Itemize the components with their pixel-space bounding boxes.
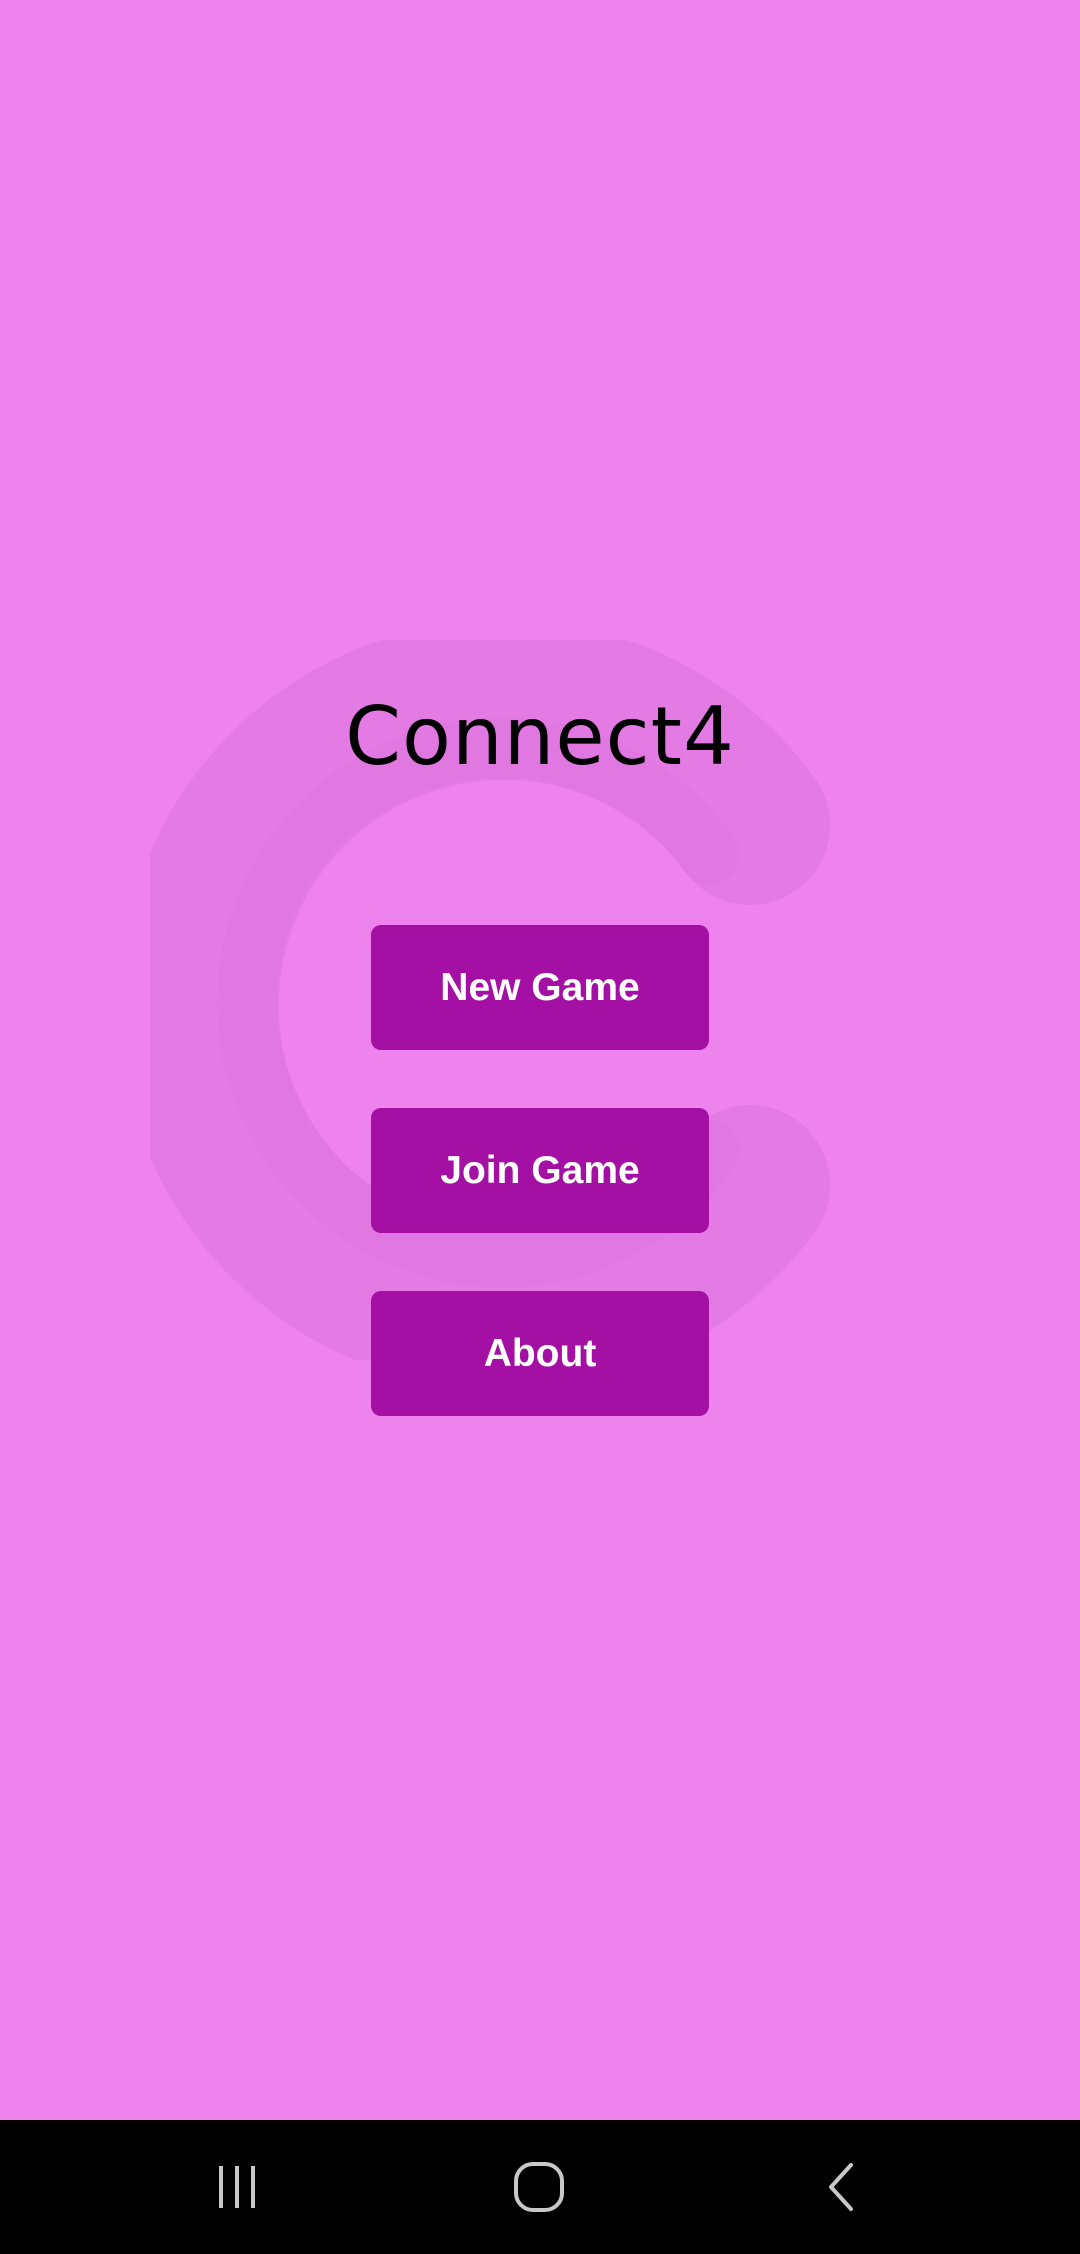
back-icon <box>829 2163 853 2211</box>
app-title: Connect4 <box>345 690 735 783</box>
join-game-button[interactable]: Join Game <box>371 1108 709 1233</box>
recents-icon <box>219 2166 255 2208</box>
main-menu-screen: Connect4 New Game Join Game About <box>0 0 1080 2120</box>
system-navigation-bar <box>0 2120 1080 2254</box>
home-button[interactable] <box>439 2120 639 2254</box>
about-button[interactable]: About <box>371 1291 709 1416</box>
recents-button[interactable] <box>137 2120 337 2254</box>
new-game-button[interactable]: New Game <box>371 925 709 1050</box>
home-icon <box>514 2162 564 2212</box>
back-button[interactable] <box>741 2120 941 2254</box>
